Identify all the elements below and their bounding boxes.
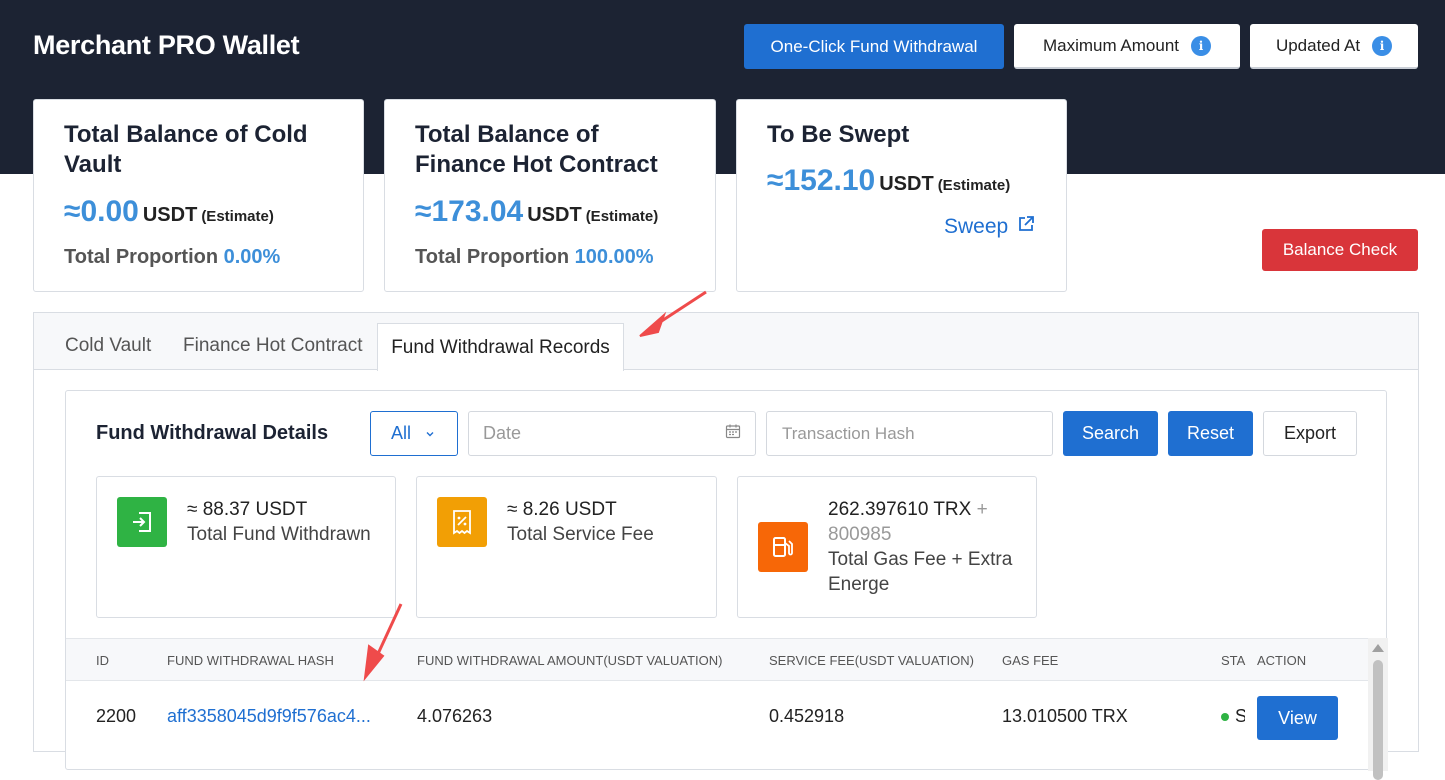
- balance-amount: ≈173.04: [415, 195, 524, 228]
- card-title: To Be Swept: [767, 121, 910, 148]
- one-click-withdrawal-button[interactable]: One-Click Fund Withdrawal: [744, 24, 1004, 69]
- proportion-value: 0.00%: [223, 246, 281, 268]
- hash-placeholder: Transaction Hash: [782, 423, 915, 443]
- sweep-label: Sweep: [944, 215, 1009, 238]
- balance-amount: ≈0.00: [64, 195, 139, 228]
- stat-value: 262.397610 TRX: [828, 499, 972, 520]
- search-label: Search: [1081, 423, 1140, 443]
- status-filter-select[interactable]: All: [370, 411, 458, 456]
- fund-withdrawal-details-panel: Fund Withdrawal Details All Date Transac…: [65, 390, 1388, 780]
- stat-text: ≈ 8.26 USDT Total Service Fee: [507, 497, 707, 547]
- date-picker-input[interactable]: Date: [468, 411, 756, 456]
- total-proportion: Total Proportion 0.00%: [64, 246, 280, 269]
- balance-estimate: (Estimate): [585, 208, 659, 225]
- card-value: ≈0.00 USDT (Estimate): [64, 195, 274, 229]
- maximum-amount-button[interactable]: Maximum Amount i: [1014, 24, 1240, 69]
- row-amount: 4.076263: [417, 706, 493, 726]
- row-service-fee: 0.452918: [769, 706, 845, 726]
- balance-check-label: Balance Check: [1282, 240, 1398, 259]
- stat-value: ≈ 8.26 USDT: [507, 499, 617, 520]
- status-text: S: [1235, 706, 1245, 726]
- column-header: GAS FEE: [1002, 653, 1059, 668]
- column-header: FUND WITHDRAWAL AMOUNT(USDT VALUATION): [417, 653, 723, 668]
- total-gas-fee-stat: 262.397610 TRX + 800985 Total Gas Fee + …: [737, 476, 1037, 618]
- total-withdrawn-stat: ≈ 88.37 USDT Total Fund Withdrawn: [96, 476, 396, 618]
- balance-amount: ≈152.10: [767, 164, 876, 197]
- date-placeholder: Date: [483, 423, 522, 443]
- tab-finance-hot-contract[interactable]: Finance Hot Contract: [183, 335, 363, 357]
- to-be-swept-card: To Be Swept ≈152.10 USDT (Estimate) Sweep: [736, 99, 1067, 292]
- view-button[interactable]: View: [1257, 696, 1338, 740]
- section-title: Fund Withdrawal Details: [96, 422, 329, 444]
- stat-text: ≈ 88.37 USDT Total Fund Withdrawn: [187, 497, 387, 547]
- search-button[interactable]: Search: [1063, 411, 1158, 456]
- balance-estimate: (Estimate): [201, 208, 274, 225]
- sweep-link[interactable]: Sweep: [944, 214, 1036, 240]
- stat-label: Total Service Fee: [507, 524, 654, 545]
- stat-label: Total Gas Fee + Extra Energe: [828, 549, 1013, 595]
- card-value: ≈173.04 USDT (Estimate): [415, 195, 658, 229]
- balance-estimate: (Estimate): [937, 177, 1011, 194]
- updated-at-button[interactable]: Updated At i: [1250, 24, 1418, 69]
- tab-cold-vault[interactable]: Cold Vault: [65, 335, 151, 357]
- export-button[interactable]: Export: [1263, 411, 1357, 456]
- tab-fund-withdrawal-records[interactable]: Fund Withdrawal Records: [377, 323, 624, 371]
- proportion-label: Total Proportion: [64, 246, 219, 268]
- balance-check-button[interactable]: Balance Check: [1262, 229, 1418, 271]
- card-value: ≈152.10 USDT (Estimate): [767, 164, 1010, 198]
- reset-label: Reset: [1186, 423, 1235, 443]
- withdraw-icon: [117, 497, 167, 547]
- table-row: 2200 aff3358045d9f9f576ac4... 4.076263 0…: [66, 681, 1368, 751]
- scrollbar-thumb[interactable]: [1373, 660, 1383, 780]
- stat-text: 262.397610 TRX + 800985 Total Gas Fee + …: [828, 497, 1028, 597]
- scroll-up-arrow-icon[interactable]: [1372, 644, 1384, 652]
- table-header: ID FUND WITHDRAWAL HASH FUND WITHDRAWAL …: [66, 638, 1368, 681]
- table-scrollbar[interactable]: [1368, 638, 1388, 780]
- chevron-down-icon: [425, 423, 435, 444]
- row-id: 2200: [96, 706, 137, 726]
- hot-contract-balance-card: Total Balance of Finance Hot Contract ≈1…: [384, 99, 716, 292]
- transaction-hash-input[interactable]: Transaction Hash: [766, 411, 1053, 456]
- status-dot-icon: [1221, 712, 1229, 721]
- stat-label: Total Fund Withdrawn: [187, 524, 371, 545]
- balance-unit: USDT: [879, 173, 934, 195]
- column-header: SERVICE FEE(USDT VALUATION): [769, 653, 974, 668]
- column-header: ACTION: [1257, 653, 1307, 668]
- column-header: STA: [1221, 653, 1246, 668]
- export-label: Export: [1283, 423, 1337, 443]
- status-filter-value: All: [391, 423, 412, 443]
- info-icon: i: [1372, 35, 1393, 56]
- tabs-bar: Cold Vault Finance Hot Contract Fund Wit…: [34, 313, 1418, 371]
- updated-at-label: Updated At: [1275, 35, 1361, 55]
- cold-vault-balance-card: Total Balance of Cold Vault ≈0.00 USDT (Es…: [33, 99, 364, 292]
- row-status: S: [1221, 706, 1245, 727]
- stat-value: ≈ 88.37 USDT: [187, 499, 308, 520]
- column-header: ID: [96, 653, 109, 668]
- receipt-icon: [437, 497, 487, 547]
- calendar-icon: [725, 423, 741, 444]
- total-proportion: Total Proportion 100.00%: [415, 246, 654, 269]
- view-label: View: [1278, 707, 1317, 728]
- reset-button[interactable]: Reset: [1168, 411, 1253, 456]
- fuel-icon: [758, 522, 808, 572]
- external-link-icon: [1016, 214, 1036, 240]
- balance-unit: USDT: [527, 204, 582, 226]
- maximum-amount-label: Maximum Amount: [1042, 35, 1180, 55]
- total-service-fee-stat: ≈ 8.26 USDT Total Service Fee: [416, 476, 717, 618]
- one-click-withdrawal-label: One-Click Fund Withdrawal: [770, 36, 978, 56]
- info-icon: i: [1191, 35, 1212, 56]
- row-gas-fee: 13.010500 TRX: [1002, 706, 1128, 726]
- column-header: FUND WITHDRAWAL HASH: [167, 653, 334, 668]
- tabs-panel: Cold Vault Finance Hot Contract Fund Wit…: [33, 312, 1419, 780]
- proportion-label: Total Proportion: [415, 246, 570, 268]
- card-title: Total Balance of Finance Hot Contract: [415, 121, 658, 178]
- row-hash-link[interactable]: aff3358045d9f9f576ac4...: [167, 706, 371, 727]
- balance-unit: USDT: [142, 204, 198, 226]
- proportion-value: 100.00%: [574, 246, 654, 268]
- card-title: Total Balance of Cold Vault: [64, 121, 308, 178]
- app-title: Merchant PRO Wallet: [33, 30, 300, 60]
